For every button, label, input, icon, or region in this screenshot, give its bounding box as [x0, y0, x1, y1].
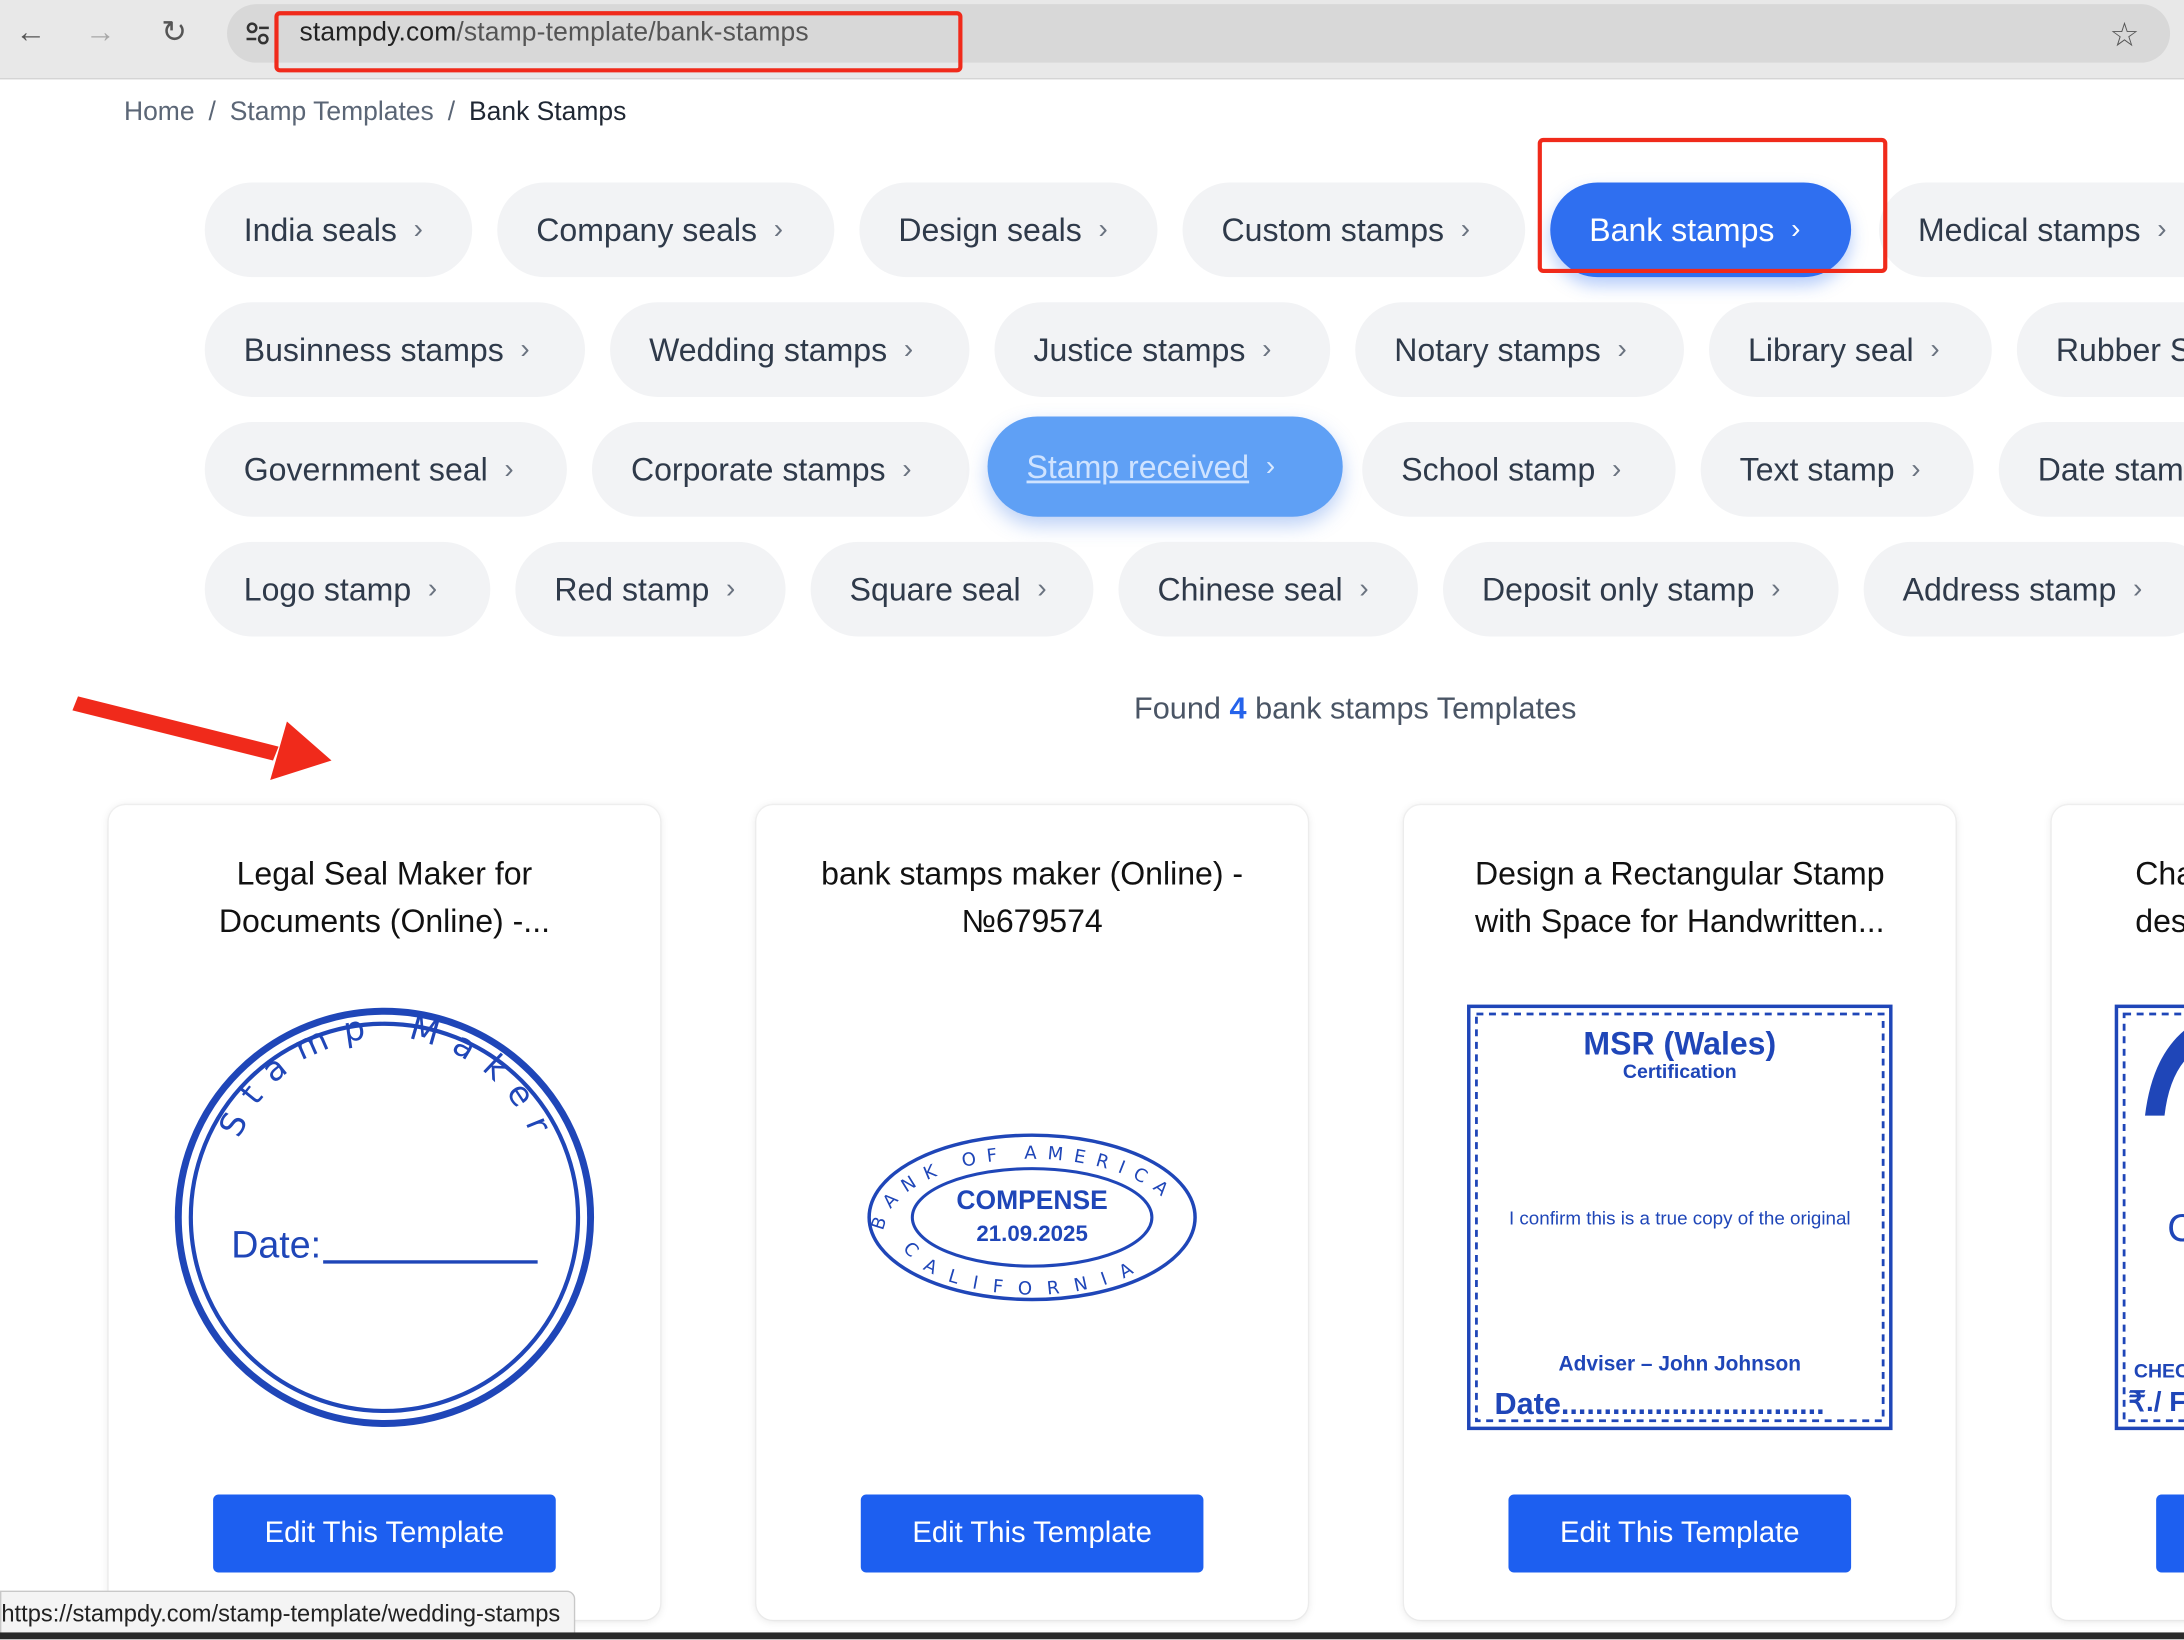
chevron-right-icon: › — [1617, 333, 1627, 365]
chevron-right-icon: › — [1612, 453, 1622, 485]
results-count-number: 4 — [1229, 690, 1247, 726]
chip-india-seals[interactable]: India seals › — [204, 182, 473, 278]
chevron-right-icon: › — [1771, 573, 1781, 604]
reload-icon[interactable]: ↻ — [153, 11, 195, 53]
breadcrumb-current: Bank Stamps — [468, 97, 627, 127]
chip-red-stamp[interactable]: Red stamp › — [515, 541, 786, 637]
chip-justice-stamps[interactable]: Justice stamps › — [994, 302, 1331, 397]
chevron-right-icon: › — [1911, 453, 1921, 485]
chip-medical-stamps[interactable]: Medical stamps › — [1878, 182, 2184, 278]
site-settings-icon[interactable] — [244, 20, 272, 48]
chip-company-seals[interactable]: Company seals › — [497, 182, 835, 278]
back-arrow-icon[interactable]: ← — [10, 11, 52, 53]
stamp-subheading: Certification — [1623, 1061, 1737, 1083]
chevron-right-icon: › — [1098, 213, 1108, 245]
chevron-right-icon: › — [1262, 333, 1272, 365]
edit-template-button[interactable]: Edit This Template — [1508, 1494, 1852, 1573]
forward-arrow-icon[interactable]: → — [79, 11, 121, 53]
chevron-right-icon: › — [2157, 213, 2167, 245]
chip-school-stamp[interactable]: School stamp › — [1362, 422, 1676, 517]
chip-government-seal[interactable]: Government seal › — [204, 422, 567, 517]
chip-corporate-stamps[interactable]: Corporate stamps › — [591, 422, 970, 517]
edit-template-button[interactable] — [2156, 1494, 2184, 1573]
card-title: Design a Rectangular Stamp with Space fo… — [1474, 855, 1885, 939]
stamp-main-text: COMPENSE — [956, 1185, 1107, 1215]
chevron-right-icon: › — [1037, 573, 1047, 604]
template-card[interactable]: Cha des C CHEC ₹./ F — [2051, 805, 2184, 1620]
chip-custom-stamps[interactable]: Custom stamps › — [1182, 182, 1526, 278]
chip-rubber-stamps[interactable]: Rubber S — [2016, 302, 2184, 397]
rectangular-stamp-image: MSR (Wales) Certification I confirm this… — [1467, 1004, 1893, 1431]
chip-design-seals[interactable]: Design seals › — [859, 182, 1158, 278]
cheque-stamp-image: C CHEC ₹./ F — [2114, 1004, 2184, 1431]
stamp-body-text: I confirm this is a true copy of the ori… — [1509, 1207, 1851, 1228]
template-card[interactable]: Legal Seal Maker for Documents (Online) … — [108, 805, 661, 1620]
annotation-arrow-icon — [72, 696, 332, 781]
template-card[interactable]: Design a Rectangular Stamp with Space fo… — [1404, 805, 1956, 1620]
stamp-heading: MSR (Wales) — [1583, 1025, 1776, 1061]
chip-wedding-stamps[interactable]: Wedding stamps › — [610, 302, 970, 397]
annotation-bank-stamps-box — [1537, 137, 1888, 274]
card-title: Cha des — [2135, 855, 2184, 939]
breadcrumb-separator: / — [208, 97, 216, 127]
chip-chinese-seal[interactable]: Chinese seal › — [1118, 541, 1418, 637]
page: ← → ↻ stampdy.com/stamp-template/bank-st… — [0, 0, 2184, 1640]
stamp-letter: C — [2167, 1207, 2184, 1250]
chevron-right-icon: › — [1265, 450, 1276, 482]
chevron-right-icon: › — [520, 333, 530, 365]
chevron-right-icon: › — [1930, 333, 1940, 365]
oval-bank-stamp-image: BANK OF AMERICA CALIFORNIA COMPENSE 21.0… — [867, 1133, 1197, 1302]
bookmark-star-icon[interactable]: ☆ — [2109, 15, 2139, 55]
chevron-right-icon: › — [1359, 573, 1369, 604]
chip-deposit-only-stamp[interactable]: Deposit only stamp › — [1443, 541, 1839, 637]
svg-text:Stamp Maker: Stamp Maker — [211, 1006, 565, 1152]
chip-library-seal[interactable]: Library seal › — [1709, 302, 1992, 397]
chevron-right-icon: › — [773, 213, 784, 245]
breadcrumb-home[interactable]: Home — [124, 98, 195, 127]
chip-logo-stamp[interactable]: Logo stamp › — [204, 541, 491, 637]
chip-square-seal[interactable]: Square seal › — [810, 541, 1094, 637]
breadcrumb: Home / Stamp Templates / Bank Stamps — [124, 98, 626, 129]
stamp-signer-text: Adviser – John Johnson — [1559, 1353, 1801, 1376]
chip-date-stamp[interactable]: Date stam — [1998, 422, 2184, 517]
template-card[interactable]: bank stamps maker (Online) - №679574 BAN… — [756, 805, 1308, 1620]
chevron-right-icon: › — [413, 213, 423, 245]
stamp-line-2: ₹./ F — [2128, 1386, 2184, 1417]
breadcrumb-stamp-templates[interactable]: Stamp Templates — [230, 98, 434, 127]
chip-text-stamp[interactable]: Text stamp › — [1700, 422, 1974, 517]
stamp-date-text: 21.09.2025 — [976, 1221, 1087, 1246]
chevron-right-icon: › — [902, 453, 912, 485]
chevron-right-icon: › — [427, 573, 438, 604]
stamp-date-label: Date: — [231, 1224, 321, 1266]
chip-stamp-received[interactable]: Stamp received › — [987, 416, 1343, 517]
chip-notary-stamps[interactable]: Notary stamps › — [1355, 302, 1684, 397]
chevron-right-icon: › — [725, 573, 736, 604]
bottom-edge — [0, 1632, 2184, 1640]
stamp-arc-text: Stamp Maker — [211, 1006, 550, 1152]
chevron-right-icon: › — [504, 453, 514, 485]
chevron-right-icon: › — [1460, 213, 1471, 245]
chevron-right-icon: › — [2133, 573, 2143, 604]
stamp-date-line: Date............................... — [1495, 1387, 1825, 1421]
edit-template-button[interactable]: Edit This Template — [860, 1494, 1204, 1573]
stamp-line-1: CHEC — [2134, 1361, 2184, 1383]
status-bar-url: https://stampdy.com/stamp-template/weddi… — [0, 1590, 576, 1639]
round-seal-stamp-image: Stamp Maker Date: — [174, 1006, 595, 1427]
card-title: bank stamps maker (Online) - №679574 — [821, 855, 1244, 939]
card-title: Legal Seal Maker for Documents (Online) … — [218, 855, 551, 939]
chevron-right-icon: › — [903, 333, 914, 365]
chip-businness-stamps[interactable]: Businness stamps › — [204, 302, 586, 397]
chip-address-stamp[interactable]: Address stamp › — [1863, 541, 2184, 637]
breadcrumb-separator: / — [447, 97, 456, 127]
annotation-url-box — [274, 11, 963, 73]
edit-template-button[interactable]: Edit This Template — [213, 1494, 556, 1573]
